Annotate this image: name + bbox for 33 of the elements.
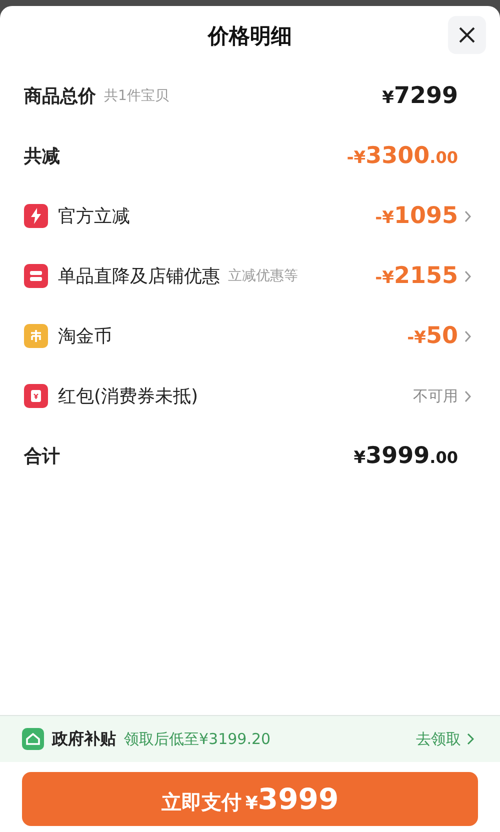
- sheet-title: 价格明细: [208, 23, 292, 50]
- bolt-icon: [24, 204, 48, 228]
- row-label: 合计: [24, 445, 60, 468]
- row-label: 官方立减: [58, 205, 130, 228]
- pay-button[interactable]: 立即支付 ¥3999: [22, 772, 478, 826]
- status-text: 不可用: [413, 386, 458, 406]
- amount: -¥3300.00: [346, 143, 458, 169]
- chevron-icon: [464, 210, 472, 222]
- chevron-icon: [464, 330, 472, 342]
- row-label: 淘金币: [58, 325, 112, 348]
- subsidy-detail: 领取后低至¥3199.20: [124, 730, 271, 748]
- chevron-icon: [467, 733, 474, 745]
- house-icon: [22, 728, 44, 750]
- chevron-icon: [464, 270, 472, 282]
- row-label: 单品直降及店铺优惠: [58, 265, 220, 288]
- envelope-icon: [24, 384, 48, 408]
- row-label: 共减: [24, 145, 60, 168]
- amount: -¥2155: [375, 263, 458, 289]
- amount: -¥50: [407, 323, 458, 349]
- chevron-icon: [464, 390, 472, 402]
- row-note: 立减优惠等: [228, 267, 298, 285]
- row-label: 红包(消费券未抵): [58, 385, 198, 408]
- close-button[interactable]: [448, 16, 486, 54]
- close-icon: [458, 26, 476, 44]
- amount: ¥3999.00: [354, 443, 458, 469]
- subsidy-label: 政府补贴: [52, 728, 116, 750]
- claim-link[interactable]: 去领取: [416, 730, 474, 748]
- amount: ¥7299: [382, 83, 458, 109]
- row-note: 共1件宝贝: [104, 87, 169, 105]
- row-label: 商品总价: [24, 85, 96, 108]
- amount: -¥1095: [375, 203, 458, 229]
- store-icon: [24, 264, 48, 288]
- coin-icon: [24, 324, 48, 348]
